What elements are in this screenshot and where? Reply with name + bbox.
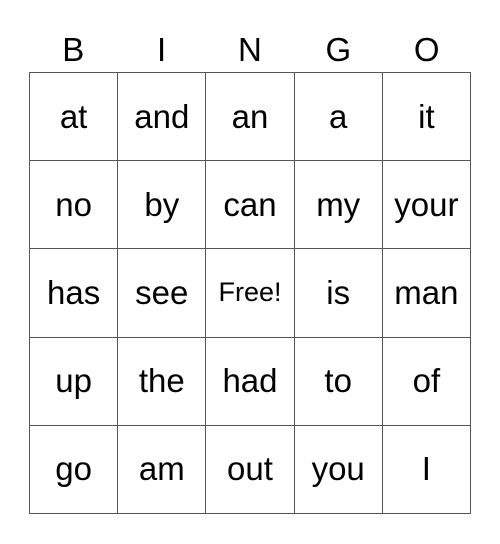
bingo-cell[interactable]: an (206, 73, 295, 162)
bingo-cell[interactable]: you (294, 425, 383, 514)
bingo-cell[interactable]: the (118, 337, 207, 426)
bingo-cell[interactable]: and (118, 73, 207, 162)
header-letter-n: N (238, 31, 262, 68)
bingo-cell[interactable]: it (382, 73, 471, 162)
bingo-cell[interactable]: your (382, 161, 471, 250)
bingo-cell[interactable]: see (118, 249, 207, 338)
header-letter-g: G (325, 31, 352, 68)
bingo-cell[interactable]: a (294, 73, 383, 162)
bingo-cell[interactable]: at (30, 73, 119, 162)
bingo-cell[interactable]: had (206, 337, 295, 426)
bingo-cell[interactable]: up (30, 337, 119, 426)
bingo-card-grid: at and an a it no by can my your has see Free! is man u… (29, 72, 471, 514)
bingo-cell[interactable]: am (118, 425, 207, 514)
header-letter-o: O (413, 31, 440, 68)
bingo-cell[interactable]: is (294, 249, 383, 338)
bingo-cell[interactable]: by (118, 161, 207, 250)
bingo-cell[interactable]: out (206, 425, 295, 514)
bingo-cell[interactable]: man (382, 249, 471, 338)
header-letter-i: I (157, 31, 167, 68)
header-letter-b: B (62, 31, 85, 68)
bingo-cell[interactable]: to (294, 337, 383, 426)
bingo-cell[interactable]: can (206, 161, 295, 250)
bingo-cell[interactable]: no (30, 161, 119, 250)
bingo-cell[interactable]: of (382, 337, 471, 426)
bingo-cell[interactable]: my (294, 161, 383, 250)
bingo-cell[interactable]: go (30, 425, 119, 514)
bingo-cell[interactable]: has (30, 249, 119, 338)
free-space-cell[interactable]: Free! (206, 249, 295, 338)
bingo-header: B I N G O (29, 28, 471, 72)
bingo-cell[interactable]: I (382, 425, 471, 514)
